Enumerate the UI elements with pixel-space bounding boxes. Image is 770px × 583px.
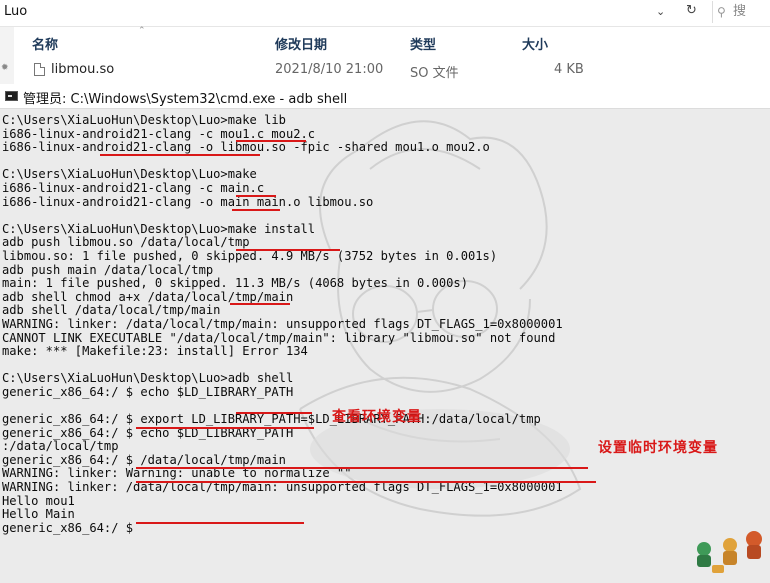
console-line: C:\Users\XiaLuoHun\Desktop\Luo>make inst…	[2, 221, 316, 236]
console-line: generic_x86_64:/ $ /data/local/tmp/main	[2, 452, 286, 467]
console-line: i686-linux-android21-clang -o main main.…	[2, 194, 374, 209]
underline-adb-shell	[236, 412, 312, 414]
console-line: main: 1 file pushed, 0 skipped. 11.3 MB/…	[2, 276, 468, 291]
console-line: Hello Main	[2, 507, 75, 522]
column-header-type[interactable]: 类型	[410, 34, 436, 53]
console-window-icon	[5, 91, 18, 101]
window-title: 管理员: C:\Windows\System32\cmd.exe - adb s…	[23, 92, 348, 107]
column-header-row: 名称 ⌃ 修改日期 类型 大小	[14, 26, 770, 57]
column-header-size[interactable]: 大小	[522, 34, 548, 53]
file-explorer: Luo ⌄ ↻ ⚲ 搜 ✹ 名称 ⌃ 修改日期 类型 大小 libmou.so …	[0, 0, 770, 84]
pin-icon: ✹	[1, 63, 9, 73]
console-lines: C:\Users\XiaLuoHun\Desktop\Luo>make lib i…	[2, 113, 563, 535]
underline-main-c	[232, 209, 280, 211]
console-line: generic_x86_64:/ $ export LD_LIBRARY_PAT…	[2, 412, 541, 427]
console-line: WARNING: linker: /data/local/tmp/main: u…	[2, 480, 563, 495]
file-row[interactable]: libmou.so 2021/8/10 21:00 SO 文件 4 KB	[14, 58, 770, 84]
sort-chevron-icon: ⌃	[138, 26, 146, 36]
column-header-modified[interactable]: 修改日期	[275, 34, 327, 53]
console-line: generic_x86_64:/ $ echo $LD_LIBRARY_PATH	[2, 384, 294, 399]
window-title-bar[interactable]: 管理员: C:\Windows\System32\cmd.exe - adb s…	[0, 84, 770, 109]
underline-export-2	[136, 481, 596, 483]
console-line: i686-linux-android21-clang -c main.c	[2, 180, 265, 195]
underline-bytes	[230, 303, 290, 305]
console-line: Hello mou1	[2, 493, 75, 508]
console-line: C:\Users\XiaLuoHun\Desktop\Luo>make	[2, 167, 257, 182]
underline-make	[236, 195, 276, 197]
file-name[interactable]: libmou.so	[51, 62, 114, 77]
console-line: :/data/local/tmp	[2, 439, 119, 454]
underline-run-main	[136, 522, 304, 524]
navigation-pane: ✹	[0, 27, 14, 84]
console-line: i686-linux-android21-clang -o libmou.so …	[2, 140, 490, 155]
column-header-name[interactable]: 名称	[32, 34, 58, 53]
annotation-set-temp-env: 设置临时环境变量	[598, 440, 718, 456]
search-box[interactable]: ⚲ 搜	[712, 1, 770, 23]
underline-export	[136, 467, 588, 469]
file-icon	[34, 63, 45, 76]
underline-make-lib	[236, 140, 306, 142]
cmd-window: 管理员: C:\Windows\System32\cmd.exe - adb s…	[0, 84, 770, 583]
file-type: SO 文件	[410, 66, 459, 81]
console-line: adb push main /data/local/tmp	[2, 262, 214, 277]
console-line: make: *** [Makefile:23: install] Error 1…	[2, 344, 308, 359]
underline-make-install	[236, 249, 340, 251]
console-line: WARNING: linker: /data/local/tmp/main: u…	[2, 316, 563, 331]
search-placeholder: 搜	[733, 4, 747, 19]
console-line: C:\Users\XiaLuoHun\Desktop\Luo>adb shell	[2, 371, 294, 386]
console-line: adb push libmou.so /data/local/tmp	[2, 235, 250, 250]
address-path[interactable]: Luo	[4, 4, 27, 19]
refresh-icon[interactable]: ↻	[686, 3, 697, 18]
underline-compile-lib	[100, 154, 260, 156]
underline-echo-path	[136, 427, 314, 429]
console-output[interactable]: C:\Users\XiaLuoHun\Desktop\Luo>make lib i…	[0, 109, 770, 583]
console-line: WARNING: linker: Warning: unable to norm…	[2, 466, 352, 481]
file-size: 4 KB	[554, 62, 584, 77]
chevron-down-icon[interactable]: ⌄	[656, 5, 665, 18]
console-line: adb shell /data/local/tmp/main	[2, 303, 221, 318]
console-line: CANNOT LINK EXECUTABLE "/data/local/tmp/…	[2, 330, 556, 345]
file-modified: 2021/8/10 21:00	[275, 62, 384, 77]
annotation-view-env: 查看环境变量	[332, 409, 422, 425]
search-icon: ⚲	[717, 5, 726, 19]
console-line: C:\Users\XiaLuoHun\Desktop\Luo>make lib	[2, 113, 286, 127]
console-line: libmou.so: 1 file pushed, 0 skipped. 4.9…	[2, 248, 498, 263]
decorative-mascot-icon	[697, 531, 762, 573]
address-bar[interactable]: Luo ⌄ ↻ ⚲ 搜	[0, 0, 770, 27]
